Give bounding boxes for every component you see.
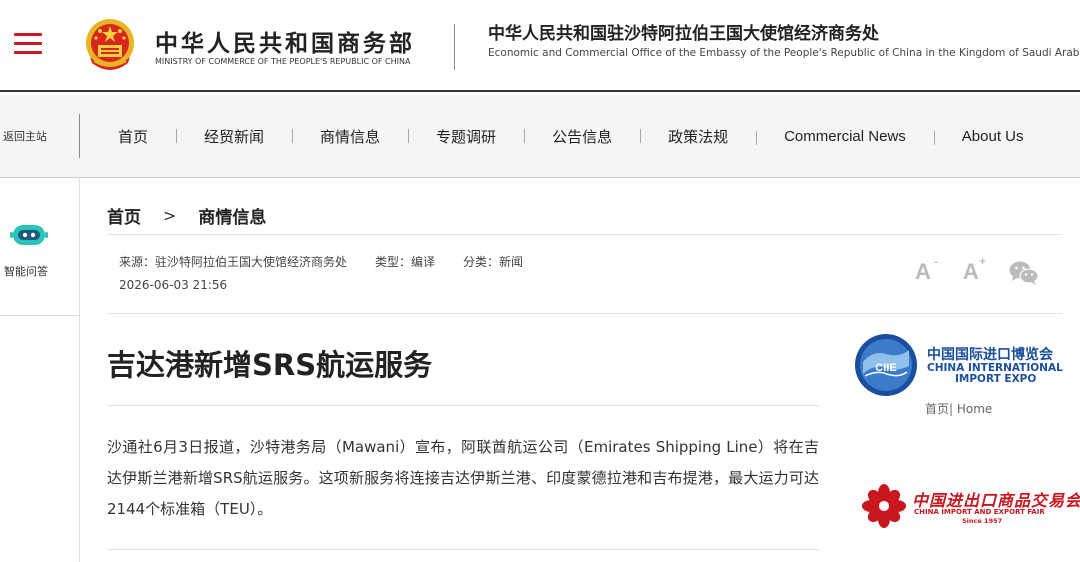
breadcrumb-business-info[interactable]: 商情信息 (198, 203, 266, 228)
ai-assistant-button[interactable]: 智能问答 (0, 178, 80, 316)
article-tools: A- A + (915, 256, 1039, 286)
divider (107, 234, 1062, 235)
canton-fair-since: Since 1957 (962, 517, 1003, 525)
canton-fair-flower-icon (862, 484, 906, 528)
nav-item-about-us[interactable]: About Us (933, 128, 1052, 145)
ai-assistant-label: 智能问答 (4, 265, 48, 278)
ministry-name-cn: 中华人民共和国商务部 (155, 31, 415, 57)
ciie-home-link[interactable]: 首页| Home (925, 400, 992, 417)
font-increase-button[interactable]: A + (962, 256, 986, 285)
robot-icon (10, 225, 48, 245)
font-increase-sign: + (979, 256, 986, 268)
back-home-link[interactable]: 返回主站 (0, 94, 80, 178)
nav-item-announcements[interactable]: 公告信息 (524, 126, 640, 147)
font-increase-label: A (962, 259, 979, 284)
breadcrumb-home[interactable]: 首页 (107, 203, 141, 228)
ciie-logo-icon: CIIE (855, 334, 917, 396)
article-source: 来源：驻沙特阿拉伯王国大使馆经济商务处 (119, 255, 348, 269)
ciie-banner-link[interactable]: CIIE 中国国际进口博览会 CHINA INTERNATIONAL IMPOR… (853, 332, 1063, 398)
nav-item-home[interactable]: 首页 (90, 126, 176, 147)
article-date: 2026-06-03 21:56 (119, 278, 228, 292)
breadcrumb-separator: > (163, 206, 177, 225)
nav-item-trade-news[interactable]: 经贸新闻 (176, 126, 292, 147)
canton-fair-name-en: CHINA IMPORT AND EXPORT FAIR (914, 508, 1045, 516)
nav-item-commercial-news[interactable]: Commercial News (756, 128, 934, 145)
divider (107, 313, 1062, 314)
nav-item-research[interactable]: 专题调研 (408, 126, 524, 147)
header-divider (454, 24, 455, 70)
font-decrease-sign: - (934, 256, 938, 268)
canton-fair-banner-link[interactable]: 中国进出口商品交易会 CHINA IMPORT AND EXPORT FAIR … (862, 484, 1080, 532)
office-name-en: Economic and Commercial Office of the Em… (488, 47, 1080, 59)
nav-divider (79, 114, 80, 158)
ministry-name-en: MINISTRY OF COMMERCE OF THE PEOPLE'S REP… (155, 57, 411, 66)
site-header: 中华人民共和国商务部 MINISTRY OF COMMERCE OF THE P… (0, 0, 1080, 92)
article-type: 类型：编译 (375, 255, 436, 269)
font-decrease-label: A (915, 259, 931, 284)
article-meta: 来源：驻沙特阿拉伯王国大使馆经济商务处 类型：编译 分类：新闻 (119, 253, 551, 270)
nav-items: 首页 经贸新闻 商情信息 专题调研 公告信息 政策法规 Commercial N… (90, 94, 1051, 178)
divider (107, 405, 819, 406)
ciie-logo-text: CIIE (875, 362, 896, 374)
office-name-cn: 中华人民共和国驻沙特阿拉伯王国大使馆经济商务处 (488, 24, 879, 44)
article-category: 分类：新闻 (463, 255, 524, 269)
article-body: 沙通社6月3日报道，沙特港务局（Mawani）宣布，阿联酋航运公司（Emirat… (107, 438, 819, 518)
breadcrumb: 首页 > 商情信息 (107, 203, 266, 228)
divider (107, 549, 819, 550)
nav-item-business-info[interactable]: 商情信息 (292, 126, 408, 147)
left-sidebar: 智能问答 (0, 178, 80, 562)
article-title: 吉达港新增SRS航运服务 (107, 348, 433, 382)
ciie-name-cn: 中国国际进口博览会 (927, 347, 1053, 363)
ciie-name-en-line2: IMPORT EXPO (955, 373, 1037, 385)
menu-icon[interactable] (14, 33, 42, 55)
main-nav: 返回主站 首页 经贸新闻 商情信息 专题调研 公告信息 政策法规 Commerc… (0, 94, 1080, 178)
font-decrease-button[interactable]: A- (915, 256, 938, 285)
wechat-icon[interactable] (1009, 260, 1039, 286)
nav-item-policies[interactable]: 政策法规 (640, 126, 756, 147)
national-emblem-icon (86, 19, 134, 70)
